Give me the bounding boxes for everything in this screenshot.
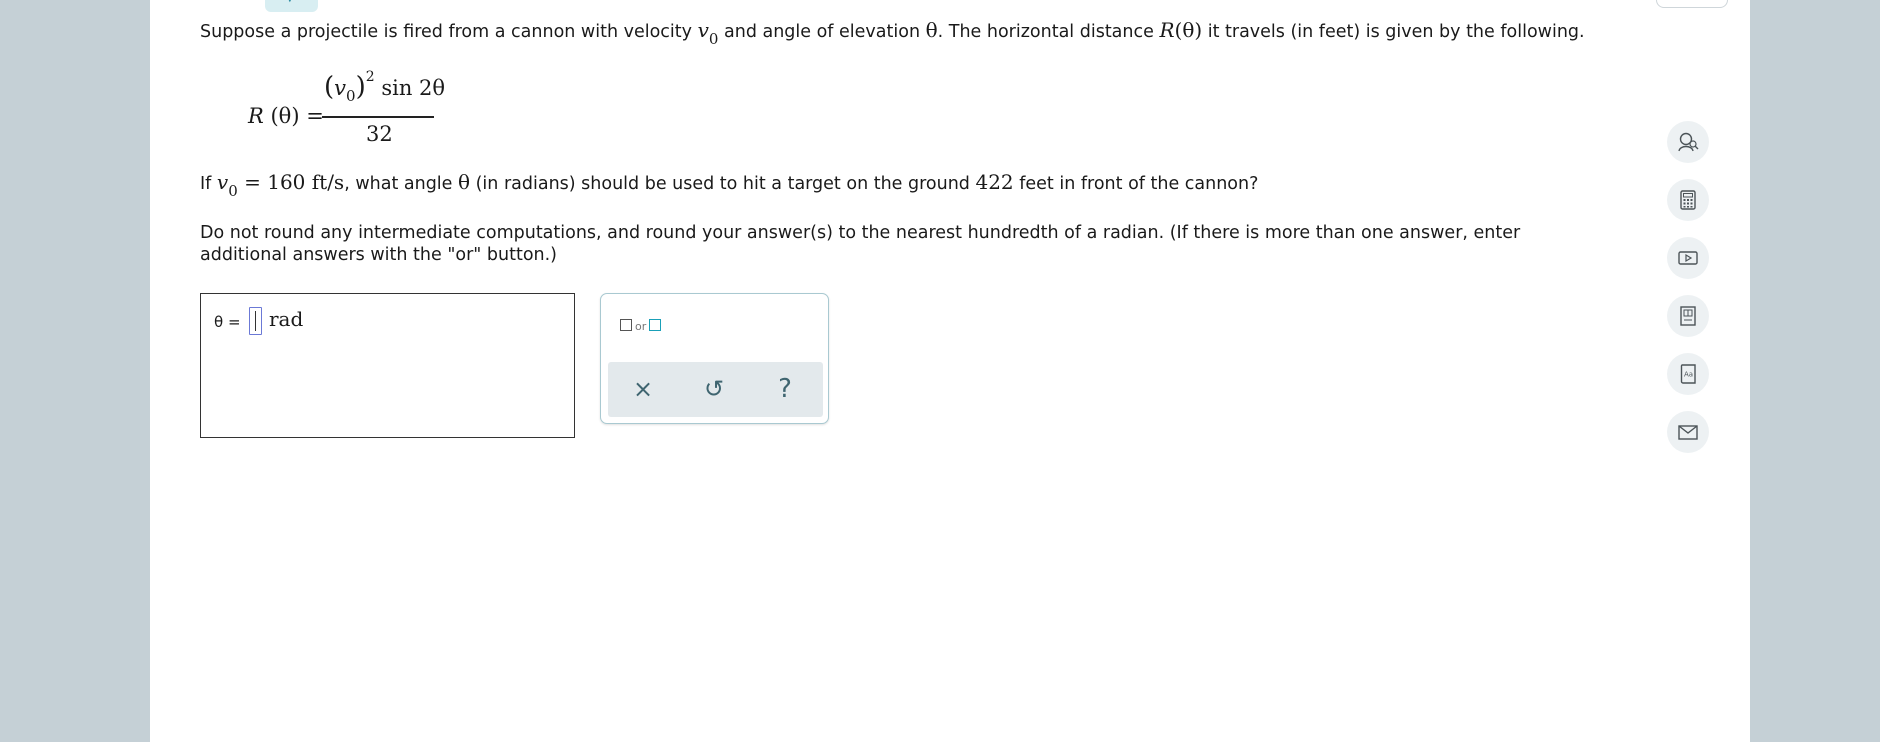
formula-denominator: 32 xyxy=(366,122,393,146)
text-caret xyxy=(255,311,256,331)
box-icon-highlighted xyxy=(649,319,662,331)
clear-button[interactable]: × xyxy=(623,371,663,407)
question-text-a: , what angle xyxy=(344,174,458,194)
video-icon xyxy=(1678,251,1698,265)
top-right-button[interactable] xyxy=(1656,0,1728,8)
question-page: ▼ Suppose a projectile is fired from a c… xyxy=(150,0,1750,742)
question-distance: 422 xyxy=(975,170,1014,194)
ask-tutor-button[interactable] xyxy=(1667,121,1709,163)
formula-v-subscript: 0 xyxy=(346,87,356,105)
close-icon: × xyxy=(632,375,654,403)
intro-text-c: . The horizontal distance xyxy=(937,22,1160,42)
dictionary-button[interactable]: Aa xyxy=(1667,353,1709,395)
question-v: v xyxy=(216,170,229,194)
velocity-symbol: v xyxy=(697,18,709,42)
help-button[interactable]: ? xyxy=(765,371,805,407)
paren-close: ) xyxy=(355,72,366,102)
instructions-line-2: additional answers with the "or" button.… xyxy=(200,245,558,265)
range-formula: R (θ) = (v0)2 sin 2θ 32 xyxy=(248,69,468,152)
paren-open: ( xyxy=(324,72,335,102)
intro-text-d: it travels (in feet) is given by the fol… xyxy=(1202,22,1585,42)
ask-tutor-icon xyxy=(1678,132,1699,152)
message-icon xyxy=(1678,425,1698,440)
message-button[interactable] xyxy=(1667,411,1709,453)
question-theta: θ xyxy=(458,170,471,194)
question-velocity-value: = 160 ft/s xyxy=(237,170,345,194)
dictionary-icon: Aa xyxy=(1680,364,1696,384)
formula-sin: sin 2θ xyxy=(374,76,446,100)
question-text-c: feet in front of the cannon? xyxy=(1013,174,1259,194)
fraction-bar xyxy=(322,116,434,118)
velocity-subscript: 0 xyxy=(708,30,719,48)
or-button[interactable]: or xyxy=(620,319,662,333)
formula-lhs: R (θ) = xyxy=(248,104,324,128)
r-symbol: R xyxy=(1159,18,1175,42)
video-button[interactable] xyxy=(1667,237,1709,279)
intro-text-b: and angle of elevation xyxy=(718,22,926,42)
r-argument: (θ) xyxy=(1174,18,1203,42)
question-text-b: (in radians) should be used to hit a tar… xyxy=(470,174,976,194)
help-icon: ? xyxy=(778,374,792,404)
collapse-tab[interactable]: ▼ xyxy=(265,0,318,12)
answer-label: θ = xyxy=(214,313,241,331)
textbook-button[interactable] xyxy=(1667,295,1709,337)
question-if: If xyxy=(200,174,217,194)
formula-arg: (θ) = xyxy=(263,104,324,128)
formula-exponent: 2 xyxy=(365,69,375,85)
textbook-icon xyxy=(1680,306,1696,326)
box-icon xyxy=(620,319,632,331)
svg-text:Aa: Aa xyxy=(1684,371,1693,379)
undo-icon: ↺ xyxy=(703,375,725,403)
instructions-line-1: Do not round any intermediate computatio… xyxy=(200,223,1521,243)
chevron-down-icon: ▼ xyxy=(286,0,294,4)
formula-r: R xyxy=(248,104,264,128)
theta-symbol: θ xyxy=(925,18,938,42)
answer-input[interactable] xyxy=(249,307,262,335)
question-v-subscript: 0 xyxy=(228,182,238,200)
problem-question: If v0 = 160 ft/s, what angle θ (in radia… xyxy=(200,170,1259,200)
answer-box[interactable]: θ = rad xyxy=(200,293,575,438)
tool-bar: × ↺ ? xyxy=(608,362,823,417)
undo-button[interactable]: ↺ xyxy=(694,371,734,407)
math-tool-panel: or × ↺ ? xyxy=(600,293,829,424)
or-label: or xyxy=(635,320,647,333)
intro-text-a: Suppose a projectile is fired from a can… xyxy=(200,22,698,42)
problem-intro: Suppose a projectile is fired from a can… xyxy=(200,18,1585,48)
formula-numerator: (v0)2 sin 2θ xyxy=(324,69,446,105)
formula-v: v xyxy=(334,76,347,100)
calculator-icon xyxy=(1680,190,1696,210)
calculator-button[interactable] xyxy=(1667,179,1709,221)
answer-unit: rad xyxy=(269,307,304,331)
